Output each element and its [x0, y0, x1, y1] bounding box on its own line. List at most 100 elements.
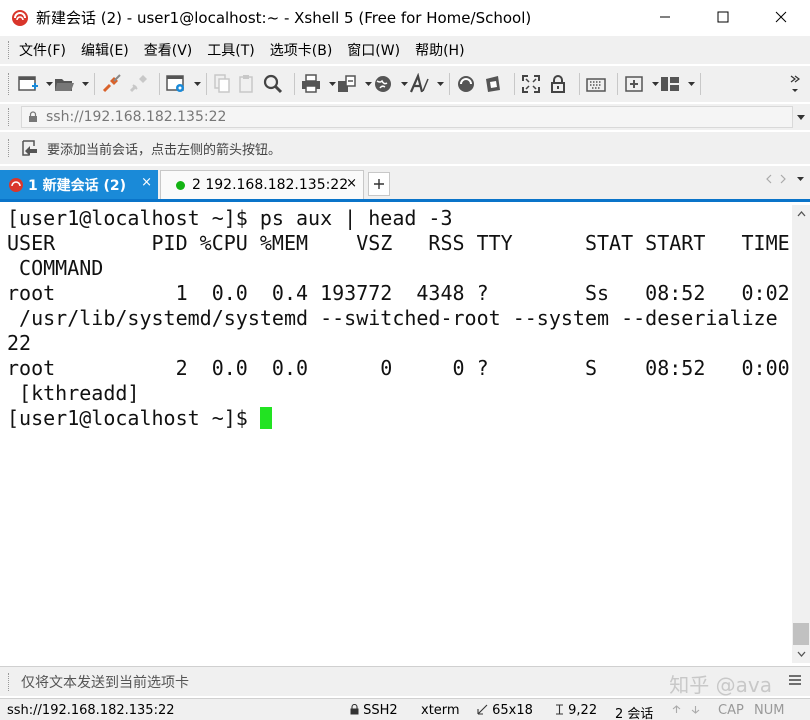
close-window-button[interactable]	[752, 0, 810, 34]
menu-view[interactable]: 查看(V)	[144, 40, 193, 60]
menu-tools[interactable]: 工具(T)	[207, 40, 254, 60]
quick-session-bar: 要添加当前会话，点击左侧的箭头按钮。	[0, 132, 810, 164]
hamburger-menu-icon[interactable]	[788, 673, 802, 687]
arrow-up-icon[interactable]	[672, 705, 681, 714]
lock-icon	[350, 703, 359, 715]
reconnect-button[interactable]	[100, 70, 122, 98]
compose-input[interactable]: 仅将文本发送到当前选项卡	[21, 672, 189, 692]
new-session-dropdown[interactable]	[45, 70, 53, 98]
terminal-scrollbar[interactable]	[792, 205, 810, 663]
toolbar	[0, 66, 810, 102]
new-session-button[interactable]	[17, 70, 39, 98]
folder-open-icon	[55, 79, 74, 91]
disconnect-button[interactable]	[127, 70, 149, 98]
find-button[interactable]	[262, 70, 284, 98]
xshell-app-icon	[12, 10, 28, 26]
font-dropdown[interactable]	[436, 70, 444, 98]
copy-button[interactable]	[212, 70, 232, 98]
chevron-right-icon[interactable]	[779, 174, 787, 184]
status-position: 9,22	[555, 703, 597, 718]
connect-plug-icon	[102, 74, 121, 93]
chevron-down-icon	[328, 82, 336, 86]
tab-session-1[interactable]: 1 新建会话 (2) ×	[0, 170, 158, 199]
menu-file[interactable]: 文件(F)	[19, 40, 66, 60]
xftp-button[interactable]	[455, 70, 477, 98]
search-icon	[263, 74, 283, 94]
menubar-grip[interactable]	[8, 41, 11, 59]
terminal-line: 22	[7, 331, 32, 355]
encoding-dropdown[interactable]	[400, 70, 408, 98]
toolbar-separator	[206, 73, 207, 95]
new-session-icon	[18, 76, 38, 91]
new-tab-button[interactable]	[623, 70, 645, 98]
watermark: 知乎 @ava	[669, 673, 772, 697]
chevron-up-icon	[797, 211, 805, 217]
address-bar: ssh://192.168.182.135:22	[0, 104, 810, 130]
toolbar-overflow-button[interactable]	[789, 70, 801, 98]
scroll-thumb[interactable]	[793, 623, 809, 645]
copy-icon	[214, 74, 230, 93]
status-num: NUM	[754, 703, 785, 718]
xftp-icon	[458, 76, 474, 92]
xmanager-button[interactable]	[482, 70, 504, 98]
close-tab-icon[interactable]: ×	[141, 175, 152, 190]
open-session-dropdown[interactable]	[81, 70, 89, 98]
properties-button[interactable]	[165, 70, 187, 98]
compose-bar: 仅将文本发送到当前选项卡 知乎 @ava	[0, 666, 810, 697]
print-dropdown[interactable]	[328, 70, 336, 98]
session-tab-bar: 1 新建会话 (2) × 2 192.168.182.135:22 ×	[0, 166, 810, 202]
lock-button[interactable]	[547, 70, 569, 98]
chevron-down-icon	[797, 651, 805, 657]
scroll-down-button[interactable]	[792, 645, 810, 663]
tab-session-2[interactable]: 2 192.168.182.135:22 ×	[160, 170, 364, 199]
add-tab-button[interactable]	[368, 172, 390, 196]
open-session-button[interactable]	[53, 70, 75, 98]
terminal-output[interactable]: [user1@localhost ~]$ ps aux | head -3 US…	[0, 205, 792, 663]
layout-dropdown[interactable]	[687, 70, 695, 98]
status-terminal-type: xterm	[421, 703, 460, 718]
chevron-down-icon[interactable]	[797, 177, 804, 181]
keyboard-button[interactable]	[585, 70, 607, 98]
status-bar: ssh://192.168.182.135:22 SSH2 xterm 65x1…	[0, 698, 810, 720]
paste-button[interactable]	[237, 70, 257, 98]
status-caps: CAP	[718, 703, 744, 718]
close-tab-icon[interactable]: ×	[346, 176, 357, 191]
new-tab-dropdown[interactable]	[651, 70, 659, 98]
address-input[interactable]: ssh://192.168.182.135:22	[21, 106, 793, 128]
arrow-down-icon[interactable]	[691, 705, 700, 714]
chevron-down-icon	[81, 82, 89, 86]
toolbar-separator	[94, 73, 95, 95]
menu-edit[interactable]: 编辑(E)	[81, 40, 129, 60]
chevron-down-icon[interactable]	[797, 114, 805, 120]
maximize-button[interactable]	[694, 0, 752, 34]
terminal-line: USER PID %CPU %MEM VSZ RSS TTY STAT STAR…	[7, 231, 790, 255]
terminal-line: root 2 0.0 0.0 0 0 ? S 08:52 0:00	[7, 356, 790, 380]
terminal-line: [user1@localhost ~]$ ps aux | head -3	[7, 206, 453, 230]
toolbar-separator	[294, 73, 295, 95]
font-button[interactable]	[408, 70, 430, 98]
add-session-arrow-icon[interactable]	[21, 139, 39, 157]
chevron-left-icon[interactable]	[765, 174, 773, 184]
print-button[interactable]	[300, 70, 322, 98]
composebar-grip[interactable]	[8, 672, 11, 691]
scroll-up-button[interactable]	[792, 205, 810, 223]
status-connection: ssh://192.168.182.135:22	[7, 703, 175, 718]
window-title: 新建会话 (2) - user1@localhost:~ - Xshell 5 …	[36, 8, 532, 27]
minimize-button[interactable]	[636, 0, 694, 34]
transfer-button[interactable]	[336, 70, 358, 98]
layout-button[interactable]	[659, 70, 681, 98]
menu-tab[interactable]: 选项卡(B)	[270, 40, 333, 60]
status-session-nav	[672, 703, 700, 718]
fullscreen-button[interactable]	[520, 70, 542, 98]
chevron-down-icon	[400, 82, 408, 86]
transfer-dropdown[interactable]	[364, 70, 372, 98]
hintbar-grip[interactable]	[8, 139, 11, 157]
menu-help[interactable]: 帮助(H)	[415, 40, 464, 60]
addressbar-grip[interactable]	[8, 108, 11, 126]
close-icon	[775, 11, 787, 23]
status-position-label: 9,22	[568, 703, 598, 718]
properties-dropdown[interactable]	[193, 70, 201, 98]
menu-window[interactable]: 窗口(W)	[347, 40, 400, 60]
toolbar-grip[interactable]	[8, 73, 11, 95]
encoding-button[interactable]	[372, 70, 394, 98]
